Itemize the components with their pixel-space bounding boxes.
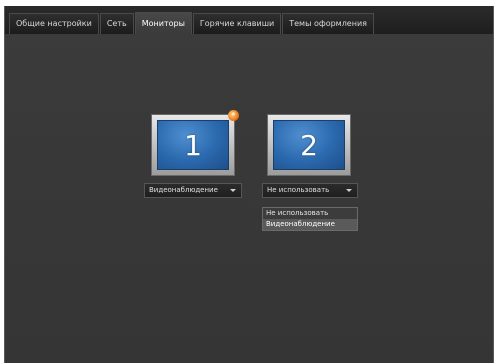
- tab-network[interactable]: Сеть: [99, 13, 134, 34]
- chevron-down-icon: [230, 189, 236, 192]
- chevron-down-icon: [346, 189, 352, 192]
- monitor-1-screen: 1: [157, 120, 229, 170]
- monitor-2-mode-dropdown: Не использовать Видеонаблюдение: [262, 207, 358, 231]
- tab-themes[interactable]: Темы оформления: [282, 13, 374, 34]
- monitor-1[interactable]: 1 *: [151, 110, 239, 176]
- monitor-2-mode-value: Не использовать: [267, 186, 330, 194]
- monitor-1-mode-select[interactable]: Видеонаблюдение: [144, 183, 242, 198]
- badge-glyph: *: [231, 110, 236, 120]
- monitor-1-number: 1: [184, 128, 202, 162]
- monitor-2-mode-select[interactable]: Не использовать: [262, 183, 358, 198]
- settings-window: Общие настройки Сеть Мониторы Горячие кл…: [4, 6, 494, 363]
- tab-monitors[interactable]: Мониторы: [134, 12, 192, 34]
- monitor-2[interactable]: 2: [267, 114, 351, 176]
- monitor-2-number: 2: [300, 128, 318, 162]
- tabs: Общие настройки Сеть Мониторы Горячие кл…: [9, 12, 375, 34]
- tab-hotkeys[interactable]: Горячие клавиши: [192, 13, 282, 34]
- tab-bar: Общие настройки Сеть Мониторы Горячие кл…: [5, 6, 493, 34]
- tab-general-settings[interactable]: Общие настройки: [9, 13, 99, 34]
- monitors-panel: [5, 34, 493, 363]
- monitor-1-mode-value: Видеонаблюдение: [149, 186, 218, 194]
- monitor-2-screen: 2: [273, 120, 345, 170]
- primary-star-icon: *: [228, 110, 239, 121]
- dropdown-option-not-used[interactable]: Не использовать: [263, 208, 357, 219]
- dropdown-option-video-surveillance[interactable]: Видеонаблюдение: [263, 219, 357, 230]
